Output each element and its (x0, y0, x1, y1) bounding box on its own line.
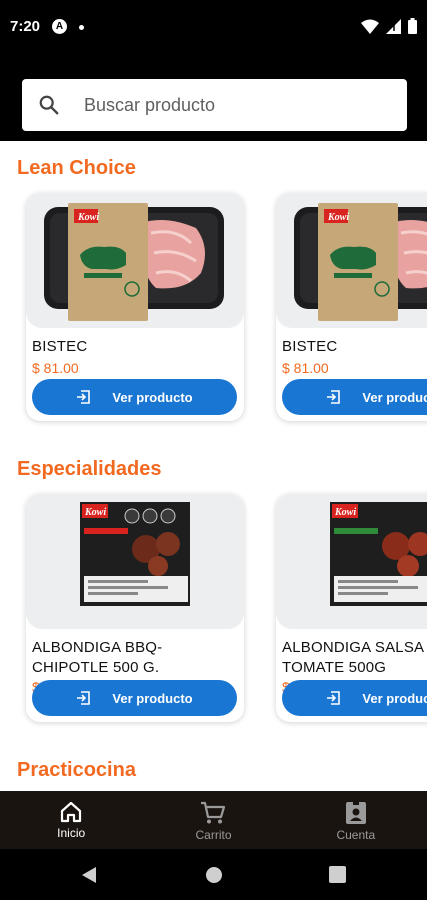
recents-icon[interactable] (329, 866, 346, 883)
product-name: BISTEC (282, 338, 338, 355)
back-icon[interactable] (80, 866, 98, 884)
header: Buscar producto (0, 52, 427, 141)
product-name: BISTEC (32, 338, 88, 355)
meat-tray-image: Kowi (294, 203, 427, 321)
nav-label: Carrito (195, 828, 232, 842)
nav-item-inicio[interactable]: Inicio (0, 791, 142, 849)
product-name: ALBONDIGA BBQ-CHIPOTLE 500 G. (32, 639, 163, 676)
nav-label: Cuenta (336, 828, 376, 842)
product-row: Kowi ALBONDIGA BBQ-CHIPOTLE 500 G. $ 62.… (0, 494, 427, 724)
product-card[interactable]: Kowi ALBONDIGA BBQ-CHIPOTLE 500 G. $ 62.… (26, 494, 244, 722)
section-title: Practicocina (17, 759, 136, 781)
nav-label: Inicio (57, 826, 86, 840)
product-image: Kowi (26, 494, 244, 629)
product-card[interactable]: Kowi ALBONDIGA SALSA TOMATE 500G $ 62.50… (276, 494, 427, 722)
view-product-label: Ver producto (362, 690, 427, 706)
svg-text:Kowi: Kowi (327, 212, 349, 223)
view-product-label: Ver producto (112, 389, 193, 405)
status-bar: 7:20 A (0, 0, 427, 52)
content: Lean Choice Kowi BISTEC $ 81.00 Ver prod… (0, 141, 427, 791)
svg-text:Kowi: Kowi (77, 212, 99, 223)
search-input[interactable]: Buscar producto (84, 95, 215, 116)
product-price: $ 81.00 (32, 360, 79, 376)
meat-tray-image: Kowi (44, 203, 224, 321)
view-product-button[interactable]: Ver producto (32, 379, 237, 415)
svg-text:Kowi: Kowi (334, 507, 356, 518)
product-price: $ 81.00 (282, 360, 329, 376)
product-image: Kowi (276, 494, 427, 629)
view-product-button[interactable]: Ver producto (32, 680, 237, 716)
wifi-icon (361, 19, 379, 34)
notification-app-icon: A (52, 19, 67, 34)
view-product-button[interactable]: Ver producto (282, 379, 427, 415)
login-icon (327, 691, 341, 705)
status-time: 7:20 (10, 18, 41, 35)
signal-icon (386, 18, 401, 34)
bottom-navigation: Inicio Carrito Cuenta (0, 791, 427, 849)
view-product-button[interactable]: Ver producto (282, 680, 427, 716)
login-icon (327, 390, 341, 404)
product-row: Kowi BISTEC $ 81.00 Ver producto Kowi BI… (0, 193, 427, 423)
home-system-icon[interactable] (205, 866, 223, 884)
search-bar[interactable]: Buscar producto (22, 79, 407, 131)
login-icon (77, 691, 91, 705)
nav-item-cuenta[interactable]: Cuenta (285, 791, 427, 849)
view-product-label: Ver producto (362, 389, 427, 405)
search-icon (39, 95, 59, 115)
status-icons (361, 18, 417, 34)
login-icon (77, 390, 91, 404)
system-navigation-bar (0, 849, 427, 900)
product-image: Kowi (26, 193, 244, 328)
cart-icon (201, 801, 226, 824)
account-icon (345, 801, 366, 824)
section-title: Especialidades (17, 458, 162, 480)
product-card[interactable]: Kowi BISTEC $ 81.00 Ver producto (26, 193, 244, 421)
product-image: Kowi (276, 193, 427, 328)
home-icon (61, 801, 82, 823)
nav-item-carrito[interactable]: Carrito (142, 791, 284, 849)
notification-dot-icon (79, 25, 84, 30)
section-title: Lean Choice (17, 157, 136, 179)
meatball-package-image: Kowi (330, 502, 427, 606)
view-product-label: Ver producto (112, 690, 193, 706)
battery-icon (408, 18, 417, 34)
svg-text:Kowi: Kowi (84, 507, 106, 518)
product-name: ALBONDIGA SALSA TOMATE 500G (282, 639, 424, 676)
meatball-package-image: Kowi (80, 502, 190, 606)
product-card[interactable]: Kowi BISTEC $ 81.00 Ver producto (276, 193, 427, 421)
